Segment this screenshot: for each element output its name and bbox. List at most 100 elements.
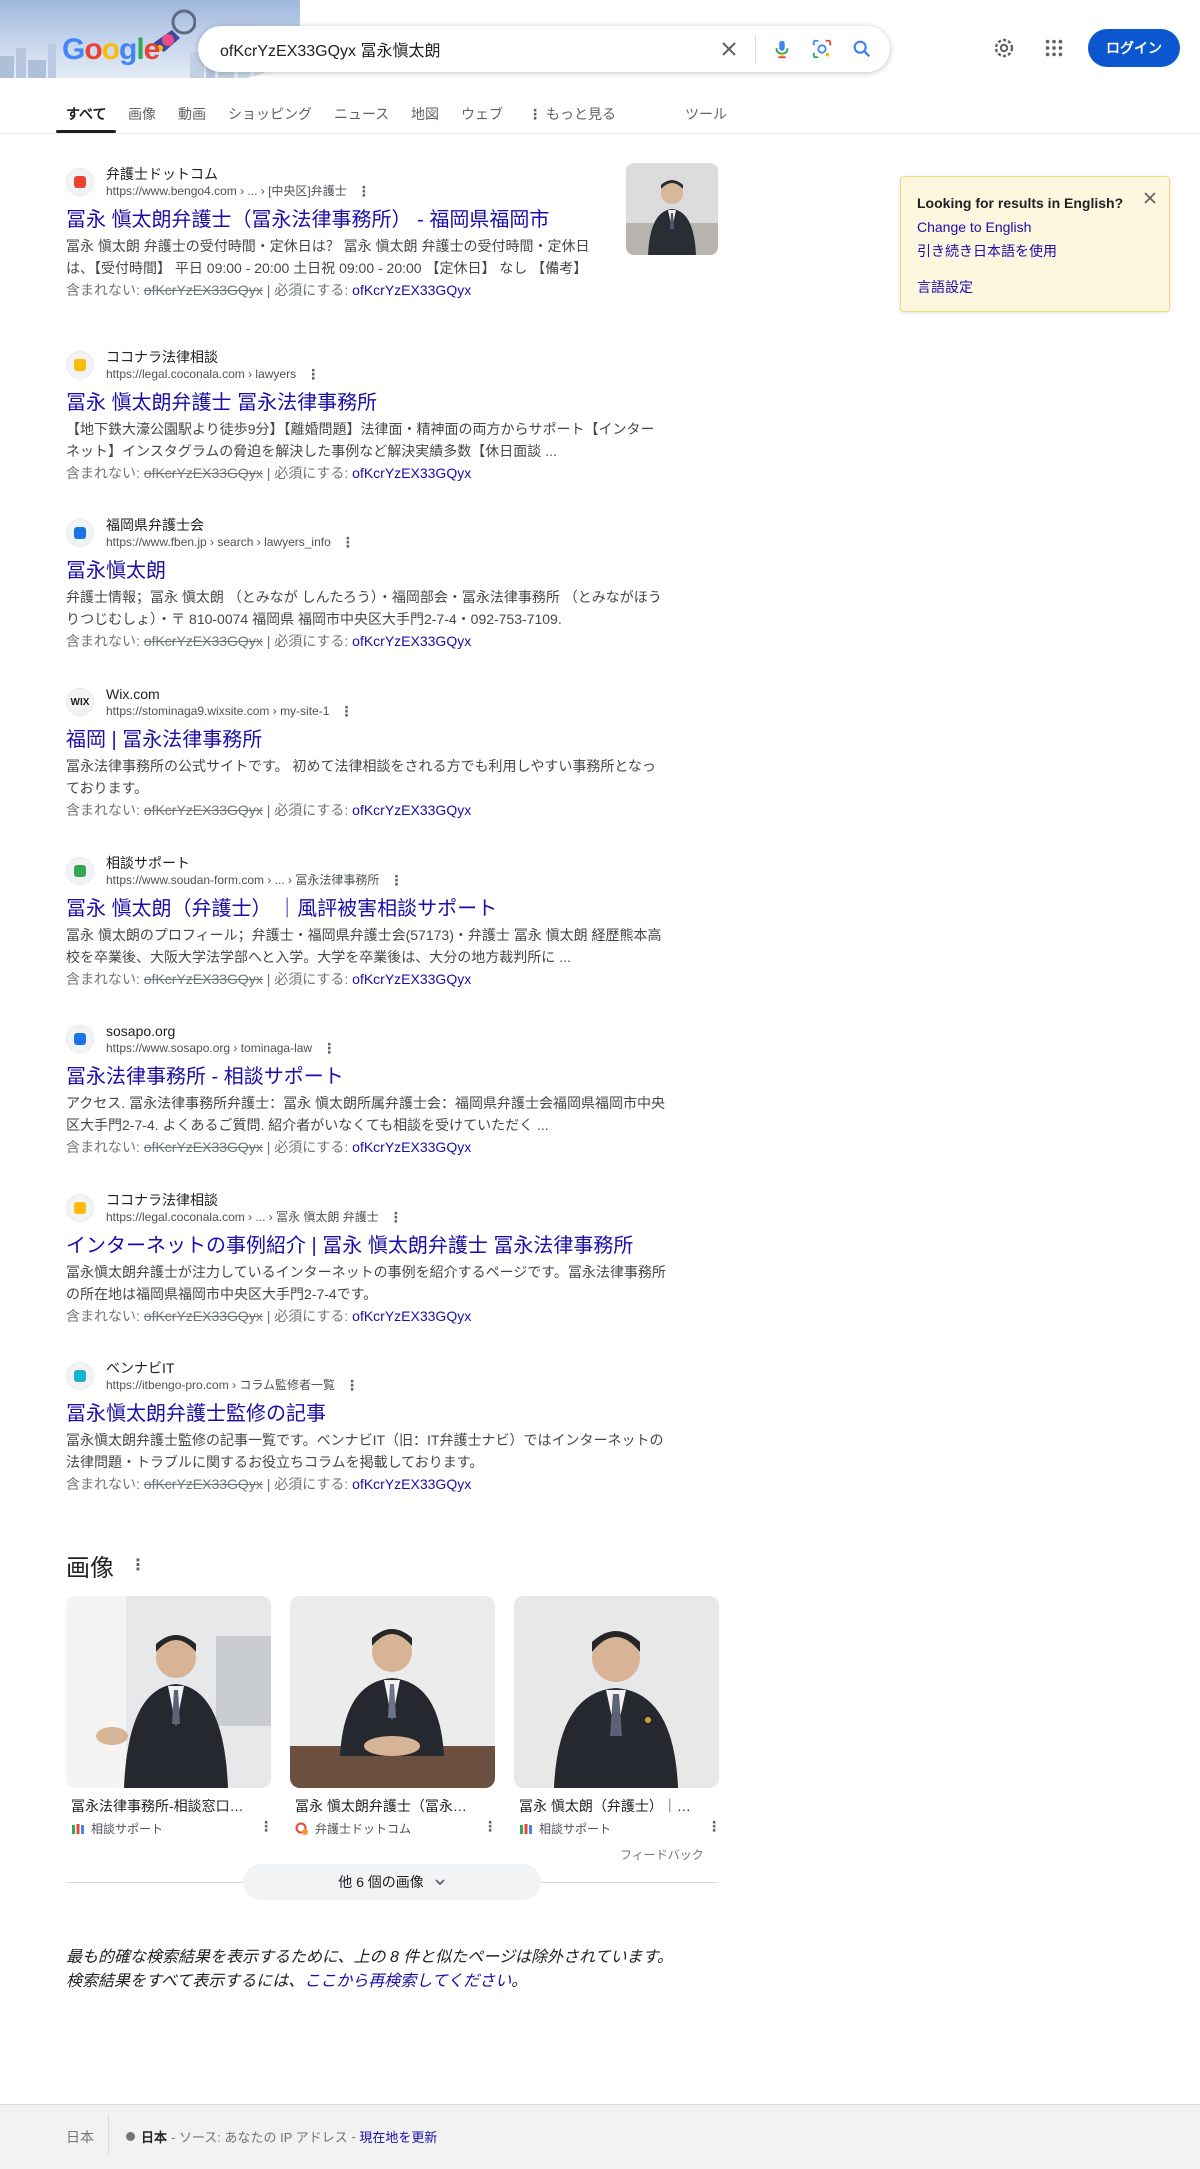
more-options-icon[interactable]: ⋮ xyxy=(483,1818,497,1835)
required-term-link[interactable]: ofKcrYzEX33GQyx xyxy=(352,1476,471,1492)
more-options-icon[interactable]: ⋮ xyxy=(322,1041,336,1055)
required-term-link[interactable]: ofKcrYzEX33GQyx xyxy=(352,971,471,987)
result-url: https://itbengo-pro.com › コラム監修者一覧 xyxy=(106,1378,336,1392)
result-title-link[interactable]: 冨永 愼太朗弁護士 冨永法律事務所 xyxy=(66,390,666,416)
search-icon[interactable] xyxy=(842,29,882,69)
update-location-link[interactable]: 現在地を更新 xyxy=(359,2127,437,2146)
result-snippet: 冨永 愼太朗のプロフィール；弁護士・福岡県弁護士会(57173)・弁護士 冨永 … xyxy=(66,927,662,965)
language-settings-link[interactable]: 言語設定 xyxy=(917,277,973,297)
result-site-row[interactable]: WIX Wix.com https://stominaga9.wixsite.com… xyxy=(66,683,666,721)
images-section-heading: 画像 ⋮ xyxy=(66,1548,146,1583)
result-site-meta: ココナラ法律相談 https://legal.coconala.com › ...… xyxy=(106,1191,403,1225)
footer-divider xyxy=(108,2115,109,2155)
site-favicon-icon xyxy=(66,168,94,196)
required-label: | 必須にする: xyxy=(262,1476,353,1492)
favicon-glyph xyxy=(74,865,86,877)
result-title-link[interactable]: 福岡 | 冨永法律事務所 xyxy=(66,727,666,753)
missing-label: 含まれない: xyxy=(66,1308,144,1324)
close-icon[interactable] xyxy=(1143,189,1157,210)
search-box[interactable]: ofKcrYzEX33GQyx 冨永愼太朗 xyxy=(198,26,890,72)
tab-shopping[interactable]: ショッピング xyxy=(228,104,312,124)
image-result-thumbnail[interactable] xyxy=(514,1596,719,1788)
result-site-row[interactable]: 弁護士ドットコム https://www.bengo4.com › ... › [… xyxy=(66,163,606,201)
image-result-thumbnail[interactable] xyxy=(66,1596,271,1788)
tab-videos[interactable]: 動画 xyxy=(178,104,206,124)
more-options-icon[interactable]: ⋮ xyxy=(341,535,355,549)
result-site-row[interactable]: ベンナビIT https://itbengo-pro.com › コラム監修者一覧… xyxy=(66,1357,666,1395)
more-images-button[interactable]: 他 6 個の画像 xyxy=(243,1864,541,1900)
logo-letter: o xyxy=(101,33,120,66)
result-site-row[interactable]: sosapo.org https://www.sosapo.org › tomin… xyxy=(66,1020,666,1058)
result-title-link[interactable]: 冨永愼太朗弁護士監修の記事 xyxy=(66,1401,666,1427)
more-options-icon[interactable]: ⋮ xyxy=(357,184,371,198)
missing-term: ofKcrYzEX33GQyx xyxy=(143,1139,263,1155)
result-site-row[interactable]: 相談サポート https://www.soudan-form.com › ... … xyxy=(66,852,666,890)
more-options-icon[interactable]: ⋮ xyxy=(707,1818,721,1835)
more-options-icon[interactable]: ⋮ xyxy=(130,1557,146,1573)
result-thumbnail[interactable] xyxy=(626,163,718,255)
result-title-link[interactable]: 冨永法律事務所 - 相談サポート xyxy=(66,1064,666,1090)
favicon-glyph xyxy=(74,1202,86,1214)
google-logo[interactable]: Google xyxy=(62,33,160,67)
result-title-link[interactable]: 冨永愼太朗 xyxy=(66,558,666,584)
tab-news[interactable]: ニュース xyxy=(334,104,389,124)
image-result-thumbnail[interactable] xyxy=(290,1596,495,1788)
tab-maps[interactable]: 地図 xyxy=(411,104,439,124)
search-result: 福岡県弁護士会 https://www.fben.jp › search › la… xyxy=(66,514,666,652)
research-link[interactable]: ここから再検索してください xyxy=(304,1973,511,1990)
apps-icon[interactable] xyxy=(1034,28,1074,68)
tab-more[interactable]: ⋮ もっと見る xyxy=(528,104,616,124)
keep-japanese-link[interactable]: 引き続き日本語を使用 xyxy=(917,241,1057,261)
image-caption[interactable]: 冨永法律事務所-相談窓口（... xyxy=(66,1796,251,1816)
more-options-icon[interactable]: ⋮ xyxy=(339,704,353,718)
missing-label: 含まれない: xyxy=(66,633,144,649)
logo-letter: g xyxy=(119,33,137,66)
result-site-row[interactable]: ココナラ法律相談 https://legal.coconala.com › ...… xyxy=(66,1189,666,1227)
lens-icon[interactable] xyxy=(802,29,842,69)
result-site-row[interactable]: ココナラ法律相談 https://legal.coconala.com › law… xyxy=(66,346,666,384)
image-result-card[interactable]: 冨永 愼太朗弁護士（冨永法... 弁護士ドットコム ⋮ xyxy=(290,1596,497,1837)
feedback-link[interactable]: フィードバック xyxy=(620,1846,704,1863)
image-result-card[interactable]: 冨永法律事務所-相談窓口（... 相談サポート ⋮ xyxy=(66,1596,273,1837)
required-term-link[interactable]: ofKcrYzEX33GQyx xyxy=(352,1139,471,1155)
more-options-icon[interactable]: ⋮ xyxy=(306,367,320,381)
more-images-label: 他 6 個の画像 xyxy=(338,1874,424,1890)
chevron-down-icon xyxy=(435,1879,445,1886)
footer-country: 日本 xyxy=(66,2129,94,2145)
result-url: https://legal.coconala.com › lawyers xyxy=(106,367,297,381)
result-title-link[interactable]: 冨永 愼太朗（弁護士） ｜風評被害相談サポート xyxy=(66,896,666,922)
result-site-row[interactable]: 福岡県弁護士会 https://www.fben.jp › search › la… xyxy=(66,514,666,552)
tab-tools[interactable]: ツール xyxy=(685,104,727,124)
close-icon[interactable] xyxy=(709,29,749,69)
more-options-icon[interactable]: ⋮ xyxy=(259,1818,273,1835)
tab-images[interactable]: 画像 xyxy=(128,104,156,124)
result-title-link[interactable]: インターネットの事例紹介 | 冨永 愼太朗弁護士 冨永法律事務所 xyxy=(66,1233,666,1259)
required-term-link[interactable]: ofKcrYzEX33GQyx xyxy=(352,802,471,818)
search-result: ココナラ法律相談 https://legal.coconala.com › ...… xyxy=(66,1189,666,1327)
required-term-link[interactable]: ofKcrYzEX33GQyx xyxy=(352,282,471,298)
mic-icon[interactable] xyxy=(762,29,802,69)
more-options-icon[interactable]: ⋮ xyxy=(345,1378,359,1392)
login-button[interactable]: ログイン xyxy=(1088,29,1180,67)
result-snippet: 弁護士情報；冨永 愼太朗 （とみなが しんたろう）・福岡部会・冨永法律事務所 （… xyxy=(66,589,662,627)
required-term-link[interactable]: ofKcrYzEX33GQyx xyxy=(352,465,471,481)
required-term-link[interactable]: ofKcrYzEX33GQyx xyxy=(352,633,471,649)
tab-all[interactable]: すべて xyxy=(66,104,106,124)
image-result-card[interactable]: 冨永 愼太朗（弁護士）｜風... 相談サポート ⋮ xyxy=(514,1596,721,1837)
footer: 日本 日本 - ソース: あなたの IP アドレス - 現在地を更新 xyxy=(0,2104,1200,2169)
site-favicon-icon xyxy=(66,1362,94,1390)
result-snippet: 【地下鉄大濠公園駅より徒歩9分】【離婚問題】法律面・精神面の両方からサポート【イ… xyxy=(66,421,655,459)
search-input[interactable]: ofKcrYzEX33GQyx 冨永愼太朗 xyxy=(198,37,709,61)
change-to-english-link[interactable]: Change to English xyxy=(917,219,1031,235)
tab-web[interactable]: ウェブ xyxy=(461,104,503,124)
more-options-icon[interactable]: ⋮ xyxy=(389,1210,403,1224)
result-url-line: https://www.bengo4.com › ... › [中央区]弁護士 ⋮ xyxy=(106,183,371,199)
result-title-link[interactable]: 冨永 愼太朗弁護士（冨永法律事務所） - 福岡県福岡市 xyxy=(66,207,606,233)
image-caption[interactable]: 冨永 愼太朗弁護士（冨永法... xyxy=(290,1796,475,1816)
result-site-name: sosapo.org xyxy=(106,1023,176,1039)
site-favicon-icon xyxy=(66,351,94,379)
more-options-icon[interactable]: ⋮ xyxy=(389,873,403,887)
required-term-link[interactable]: ofKcrYzEX33GQyx xyxy=(352,1308,471,1324)
image-caption[interactable]: 冨永 愼太朗（弁護士）｜風... xyxy=(514,1796,699,1816)
gear-icon[interactable] xyxy=(984,28,1024,68)
